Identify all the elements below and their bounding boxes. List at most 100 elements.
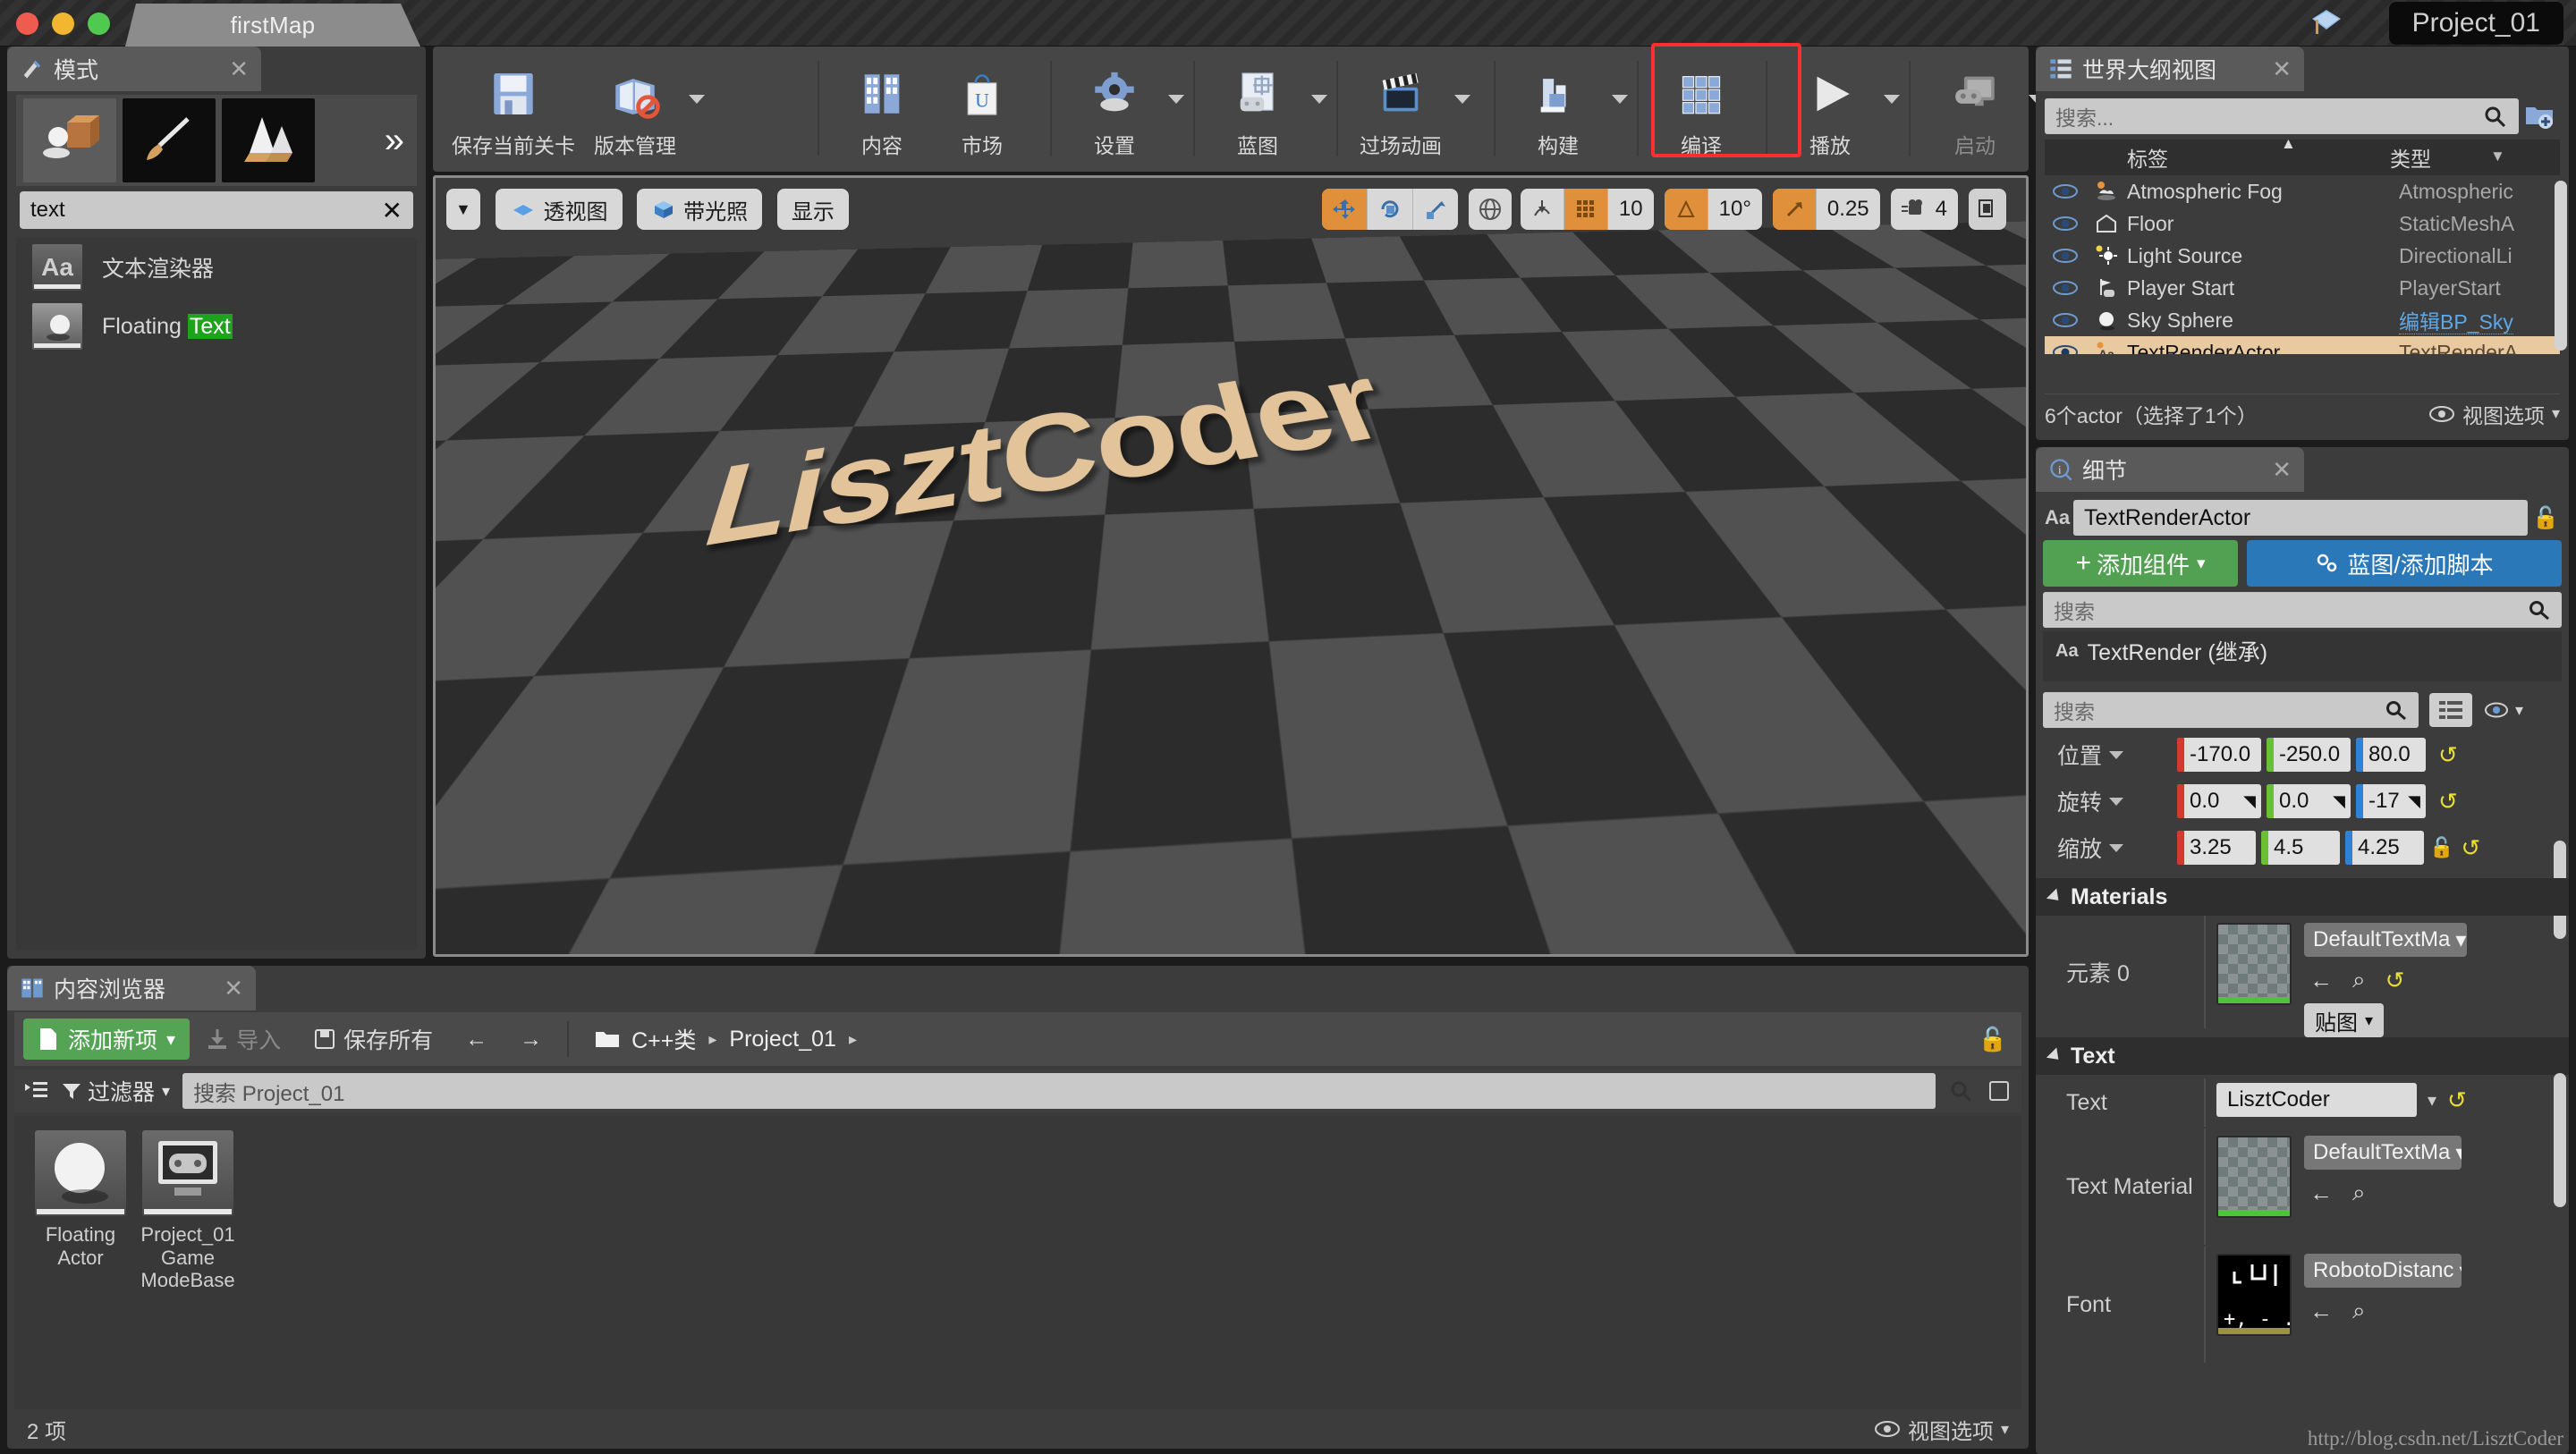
play-caret[interactable] <box>1880 55 1903 161</box>
tile-button[interactable]: 贴图 ▾ <box>2304 1003 2385 1037</box>
close-icon[interactable]: ✕ <box>229 55 249 83</box>
level-tab-firstmap[interactable]: firstMap <box>125 4 420 46</box>
scale-snap-icon[interactable] <box>1772 189 1817 230</box>
surface-snap-icon[interactable] <box>1521 189 1564 230</box>
view-options-button[interactable]: 视图选项 ▾ <box>1874 1414 2009 1445</box>
actor-name-field[interactable]: TextRenderActor <box>2073 500 2528 536</box>
property-visibility-options[interactable]: ▾ <box>2483 700 2523 720</box>
scale-label[interactable]: 缩放 <box>2043 832 2177 864</box>
component-row-textrender[interactable]: Aa TextRender (继承) <box>2043 631 2562 671</box>
save-current-level-button[interactable]: 保存当前关卡 <box>442 55 585 161</box>
lock-icon[interactable]: 🔓 <box>2429 836 2453 859</box>
outliner-search-input[interactable]: 搜索... <box>2045 98 2519 134</box>
blueprint-script-button[interactable]: 蓝图/添加脚本 <box>2247 540 2562 587</box>
source-control-button[interactable]: 版本管理 <box>585 55 685 161</box>
blueprint-button[interactable]: 蓝图 <box>1208 55 1308 161</box>
location-x-field[interactable]: -170.0 <box>2177 738 2261 772</box>
rotation-y-field[interactable]: 0.0 ◥ <box>2267 784 2351 818</box>
import-button[interactable]: 导入 <box>190 1019 297 1060</box>
project-badge[interactable]: Project_01 <box>2388 2 2563 45</box>
scale-snap-value[interactable]: 0.25 <box>1817 189 1880 230</box>
paint-mode-icon[interactable] <box>123 98 216 182</box>
list-item[interactable]: Floating Text <box>16 297 417 356</box>
viewport-options-dropdown[interactable]: ▼ <box>446 189 480 230</box>
material-combo[interactable]: DefaultTextMa ▾ <box>2304 923 2467 957</box>
asset-tile[interactable]: Floating Actor <box>30 1130 131 1269</box>
world-space-globe-icon[interactable] <box>1468 189 1512 230</box>
table-row[interactable]: Sky Sphere 编辑BP_Sky <box>2045 304 2560 336</box>
source-control-caret[interactable] <box>685 55 708 161</box>
close-icon[interactable]: ✕ <box>2272 456 2292 484</box>
location-y-field[interactable]: -250.0 <box>2267 738 2351 772</box>
scale-z-field[interactable]: 4.25 <box>2345 831 2424 865</box>
material-thumbnail[interactable] <box>2216 923 2292 1005</box>
save-search-icon[interactable] <box>1987 1079 2011 1103</box>
reset-arrow-icon[interactable]: ↺ <box>2461 834 2480 862</box>
rotate-tool-icon[interactable] <box>1368 189 1413 230</box>
row-type-link[interactable]: 编辑BP_Sky <box>2399 310 2513 334</box>
perspective-view-button[interactable]: 透视图 <box>495 189 623 230</box>
marketplace-button[interactable]: U 市场 <box>932 55 1032 161</box>
blueprint-caret[interactable] <box>1308 55 1331 161</box>
play-button[interactable]: 播放 <box>1780 55 1880 161</box>
breadcrumb-separator[interactable]: ▸ <box>849 1030 857 1049</box>
table-row[interactable]: Player Start PlayerStart <box>2045 272 2560 304</box>
grid-view-icon[interactable] <box>2429 693 2472 727</box>
rotation-z-field[interactable]: -17 ◥ <box>2356 784 2426 818</box>
transform-gizmo[interactable] <box>954 634 1205 795</box>
new-folder-icon[interactable] <box>2519 103 2560 130</box>
launch-button[interactable]: 启动 <box>1925 55 2025 161</box>
add-new-button[interactable]: 添加新项 ▾ <box>23 1019 191 1060</box>
close-icon[interactable]: ✕ <box>2272 55 2292 83</box>
placement-mode-icon[interactable] <box>23 98 116 182</box>
level-viewport[interactable]: LisztCoder z y x 关卡: firstMap (永久 <box>433 175 2029 957</box>
add-component-button[interactable]: + 添加组件 ▾ <box>2043 540 2238 587</box>
scale-y-field[interactable]: 4.5 <box>2261 831 2340 865</box>
table-row[interactable]: Atmospheric Fog Atmospheric <box>2045 175 2560 207</box>
font-combo[interactable]: RobotoDistanc ▾ <box>2304 1254 2462 1288</box>
reset-arrow-icon[interactable]: ↺ <box>2447 1086 2467 1114</box>
window-minimize-button[interactable] <box>52 13 74 35</box>
visibility-eye-icon[interactable] <box>2045 279 2086 297</box>
visibility-eye-icon[interactable] <box>2045 182 2086 200</box>
build-button[interactable]: 构建 <box>1508 55 1608 161</box>
search-icon[interactable]: ⌕ <box>2352 966 2366 994</box>
outliner-view-options-button[interactable]: 视图选项 ▾ <box>2428 399 2560 429</box>
cinematics-button[interactable]: 过场动画 <box>1351 55 1451 161</box>
nav-back-button[interactable]: ← <box>449 1019 504 1060</box>
nav-forward-button[interactable]: → <box>504 1019 558 1060</box>
viewport-scene[interactable]: LisztCoder z y x 关卡: firstMap (永久 <box>436 178 2026 954</box>
settings-button[interactable]: 设置 <box>1064 55 1165 161</box>
text-section-header[interactable]: Text <box>2036 1037 2569 1075</box>
details-scrollbar[interactable] <box>2554 1073 2566 1207</box>
content-browser-tab-header[interactable]: 内容浏览器 ✕ <box>7 966 256 1010</box>
table-row[interactable]: Aa TextRenderActor TextRenderA <box>2045 336 2560 354</box>
table-row[interactable]: Floor StaticMeshA <box>2045 207 2560 240</box>
compile-button[interactable]: 编译 <box>1651 55 1751 161</box>
location-label[interactable]: 位置 <box>2043 739 2177 771</box>
reset-arrow-icon[interactable]: ↺ <box>2438 788 2458 816</box>
sources-panel-icon[interactable] <box>23 1078 50 1103</box>
show-flags-button[interactable]: 显示 <box>776 189 849 230</box>
angle-snap-value[interactable]: 10° <box>1708 189 1762 230</box>
clear-search-icon[interactable]: ✕ <box>382 196 402 225</box>
modes-tab-header[interactable]: 模式 ✕ <box>7 46 261 91</box>
modes-search-input[interactable]: text ✕ <box>20 191 413 229</box>
location-z-field[interactable]: 80.0 <box>2356 738 2426 772</box>
search-icon[interactable]: ⌕ <box>2352 1179 2366 1207</box>
modes-more-icon[interactable]: » <box>385 121 404 161</box>
outliner-type-column[interactable]: 类型 ▼ <box>2390 142 2560 173</box>
camera-speed-icon[interactable]: 4 <box>1891 189 1958 230</box>
landscape-mode-icon[interactable] <box>222 98 315 182</box>
rotation-label[interactable]: 旋转 <box>2043 785 2177 817</box>
window-close-button[interactable] <box>16 13 38 35</box>
asset-tile[interactable]: Project_01 Game ModeBase <box>138 1130 238 1292</box>
reset-arrow-icon[interactable]: ↺ <box>2385 967 2405 994</box>
breadcrumb-item-project[interactable]: Project_01 <box>729 1027 836 1052</box>
window-maximize-button[interactable] <box>88 13 110 35</box>
grid-snap-icon[interactable] <box>1563 189 1608 230</box>
lock-icon[interactable]: 🔓 <box>1979 1026 2007 1053</box>
grid-snap-value[interactable]: 10 <box>1608 189 1654 230</box>
content-search-input[interactable]: 搜索 Project_01 <box>182 1073 1936 1109</box>
text-value-input[interactable]: LisztCoder <box>2216 1083 2417 1117</box>
